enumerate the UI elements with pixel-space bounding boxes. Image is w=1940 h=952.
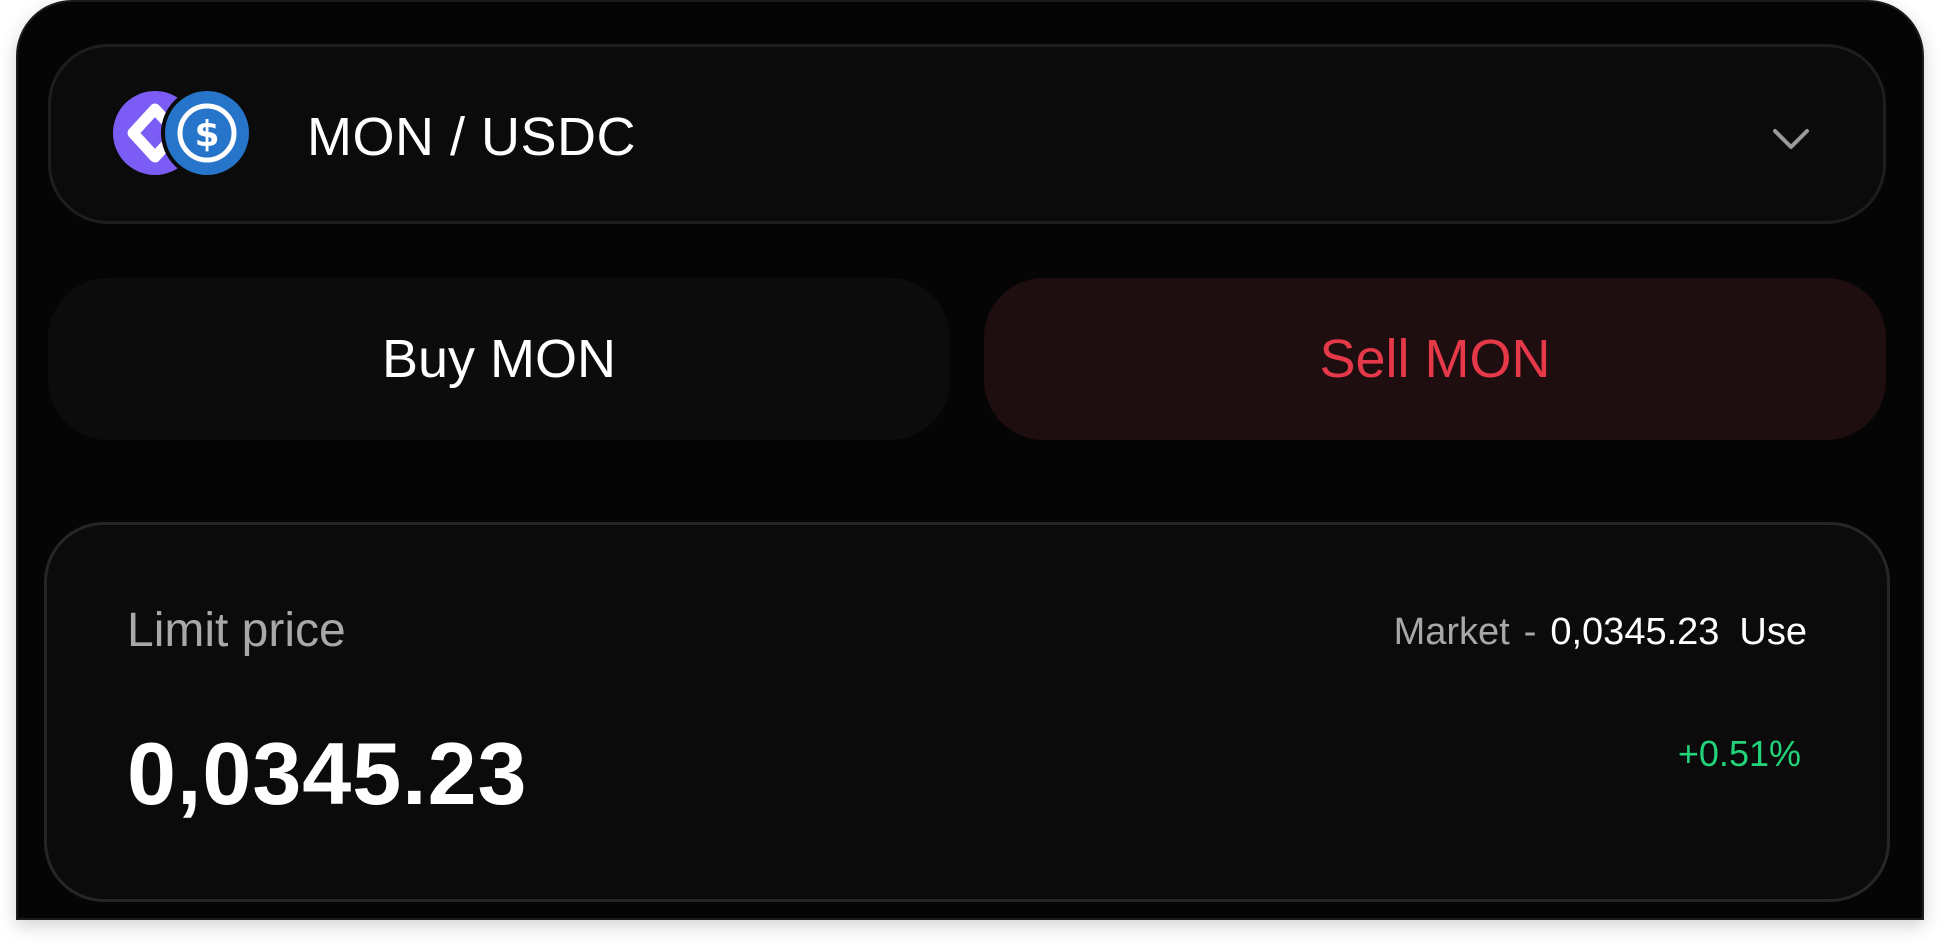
chevron-down-icon[interactable] <box>1769 117 1813 161</box>
pair-label: MON / USDC <box>307 107 636 167</box>
sell-button[interactable]: Sell MON <box>984 278 1886 440</box>
usdc-icon: $ <box>165 91 249 175</box>
buy-button[interactable]: Buy MON <box>48 278 950 440</box>
price-change-badge: +0.51% <box>1677 733 1801 774</box>
use-market-price-button[interactable]: Use <box>1739 611 1807 654</box>
limit-price-card: Limit price Market - 0,0345.23 Use 0,034… <box>44 522 1890 902</box>
limit-price-label: Limit price <box>127 604 346 657</box>
market-label: Market <box>1393 611 1510 653</box>
pair-selector[interactable]: $ MON / USDC <box>48 44 1886 224</box>
limit-price-input[interactable]: 0,0345.23 <box>127 723 528 825</box>
market-separator: - <box>1523 611 1537 653</box>
market-price-value: 0,0345.23 <box>1550 611 1720 653</box>
market-price-row: Market - 0,0345.23 Use <box>1394 611 1807 654</box>
trade-panel: $ MON / USDC Buy MON Sell MON Limit pric… <box>16 0 1924 920</box>
token-pair-icons: $ <box>113 91 253 179</box>
svg-text:$: $ <box>194 114 219 155</box>
